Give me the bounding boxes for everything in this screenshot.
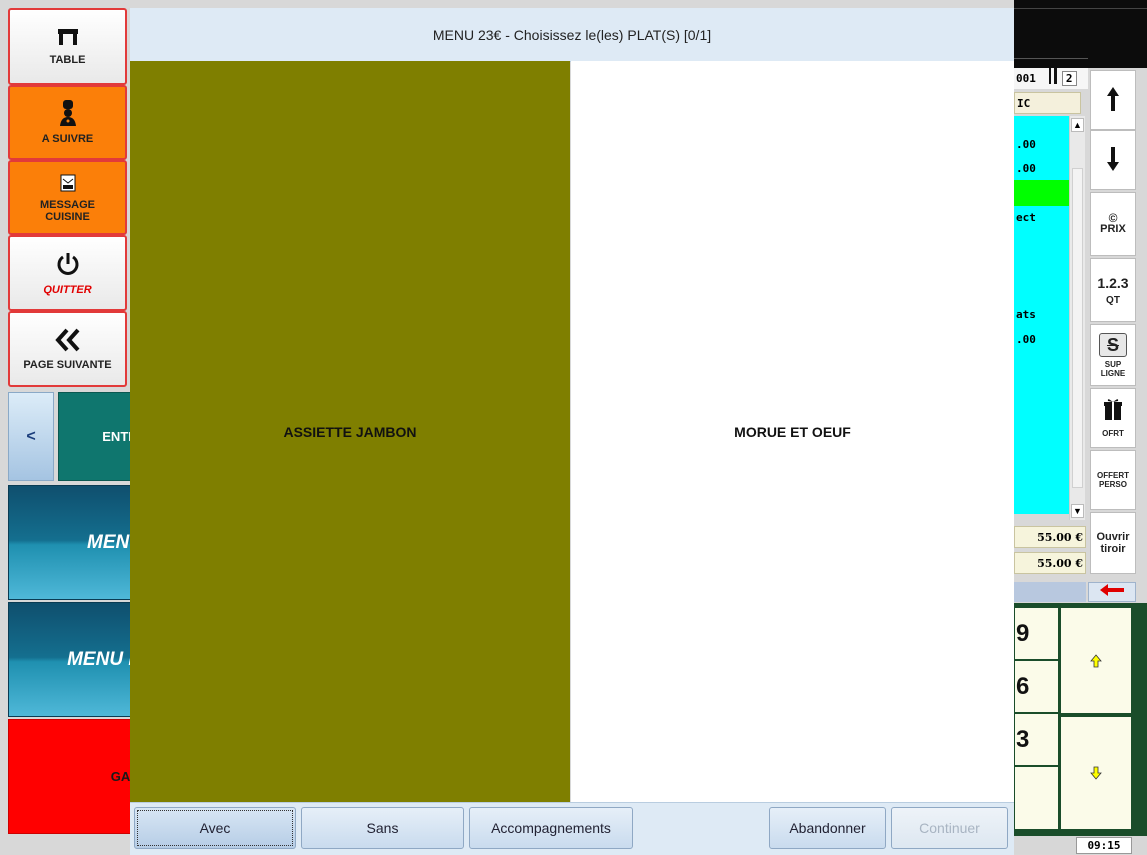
order-header: IC	[1014, 92, 1081, 114]
table-button[interactable]: TABLE	[8, 8, 127, 85]
strike-icon: S	[1099, 332, 1127, 357]
category-prev-button[interactable]: <	[8, 392, 54, 481]
chef-icon	[57, 100, 79, 130]
backspace-button[interactable]	[1088, 582, 1136, 602]
avec-button[interactable]: Avec	[134, 807, 296, 849]
key-6[interactable]: 6	[1014, 660, 1059, 713]
scroll-down-icon[interactable]: ▼	[1071, 504, 1084, 518]
option-assiette-jambon[interactable]: ASSIETTE JAMBON	[130, 61, 570, 802]
arrow-up-icon	[1105, 85, 1121, 116]
order-list[interactable]: .00 .00 ect ats .00	[1014, 116, 1069, 514]
clock: 09:15	[1076, 837, 1132, 854]
gift-icon	[1103, 397, 1123, 424]
down-arrow-button[interactable]	[1090, 130, 1136, 190]
scroll-up-icon[interactable]: ▲	[1071, 118, 1084, 132]
a-suivre-button[interactable]: A SUIVRE	[8, 85, 127, 160]
yellow-arrow-up-icon	[1090, 647, 1102, 675]
covers-count: 2	[1061, 71, 1077, 86]
continuer-button[interactable]: Continuer	[891, 807, 1008, 849]
abandonner-button[interactable]: Abandonner	[769, 807, 886, 849]
total-amount: 55.00 €	[1014, 526, 1086, 548]
key-3[interactable]: 3	[1014, 713, 1059, 766]
order-line: .00	[1016, 162, 1036, 175]
order-line: ats	[1016, 308, 1036, 321]
table-number: 001	[1016, 72, 1036, 85]
power-icon	[55, 251, 81, 281]
yellow-arrow-down-icon	[1090, 759, 1102, 787]
prix-button[interactable]: © PRIX	[1090, 192, 1136, 256]
table-icon	[57, 27, 79, 51]
selected-line-highlight	[1014, 180, 1069, 206]
order-line: .00	[1016, 333, 1036, 346]
offert-perso-label-1: OFFERT	[1097, 471, 1129, 480]
offert-button[interactable]: OFRT	[1090, 388, 1136, 448]
option-label: ASSIETTE JAMBON	[283, 423, 417, 440]
key-blank[interactable]	[1014, 766, 1059, 830]
menu-tile-1[interactable]: MENU	[8, 485, 138, 600]
keypad-down-button[interactable]	[1060, 716, 1132, 830]
qt-digits: 1.2.3	[1097, 274, 1129, 291]
message-cuisine-label-2: CUISINE	[45, 211, 90, 223]
ouvrir-label-1: Ouvrir	[1096, 531, 1130, 543]
a-suivre-label: A SUIVRE	[41, 133, 94, 145]
order-header-text: IC	[1017, 96, 1031, 110]
sup-label-2: LIGNE	[1100, 368, 1126, 378]
page-suivante-label: PAGE SUIVANTE	[23, 358, 112, 371]
top-dark-bar	[1014, 0, 1147, 68]
double-chevron-left-icon	[54, 328, 81, 356]
order-line: ect	[1016, 211, 1036, 224]
category-tab-entree[interactable]: ENTREE	[58, 392, 138, 481]
dialog-title: MENU 23€ - Choisissez le(les) PLAT(S) [0…	[130, 8, 1014, 62]
garniture-tile[interactable]: GARN	[8, 719, 138, 834]
ouvrir-tiroir-button[interactable]: Ouvrir tiroir	[1090, 512, 1136, 574]
page-suivante-button[interactable]: PAGE SUIVANTE	[8, 311, 127, 387]
menu-tile-2[interactable]: MENU E	[8, 602, 138, 717]
due-amount: 55.00 €	[1014, 552, 1086, 574]
prix-label: PRIX	[1100, 223, 1126, 235]
sans-button[interactable]: Sans	[301, 807, 464, 849]
ouvrir-label-2: tiroir	[1100, 543, 1126, 555]
cutlery-icon	[1048, 68, 1058, 89]
order-line: .00	[1016, 138, 1036, 151]
qt-label: QT	[1106, 294, 1120, 306]
message-cuisine-button[interactable]: MESSAGE CUISINE	[8, 160, 127, 235]
accompagnements-button[interactable]: Accompagnements	[469, 807, 633, 849]
offert-label: OFRT	[1102, 429, 1124, 438]
key-9[interactable]: 9	[1014, 607, 1059, 660]
order-scrollbar[interactable]: ▲ ▼	[1069, 116, 1085, 520]
message-cuisine-label-1: MESSAGE	[39, 199, 95, 211]
table-label: TABLE	[49, 54, 86, 66]
input-display	[1014, 582, 1086, 602]
qt-button[interactable]: 1.2.3 QT	[1090, 258, 1136, 322]
keypad-up-button[interactable]	[1060, 607, 1132, 714]
option-label: MORUE ET OEUF	[734, 423, 851, 440]
message-icon	[60, 172, 76, 196]
offert-perso-label-2: PERSO	[1098, 480, 1127, 489]
offert-perso-button[interactable]: OFFERT PERSO	[1090, 450, 1136, 510]
arrow-left-icon	[1099, 583, 1125, 602]
sup-ligne-button[interactable]: S SUP LIGNE	[1090, 324, 1136, 386]
sup-label-1: SUP	[1104, 359, 1122, 369]
table-info-bar: 001 2	[1014, 68, 1088, 89]
up-arrow-button[interactable]	[1090, 70, 1136, 130]
left-bottom-strip	[0, 836, 130, 854]
quitter-button[interactable]: QUITTER	[8, 235, 127, 311]
scroll-thumb[interactable]	[1072, 168, 1083, 488]
quitter-label: QUITTER	[43, 283, 92, 296]
option-morue-et-oeuf[interactable]: MORUE ET OEUF	[571, 61, 1014, 802]
menu-tile-2-label: MENU E	[67, 648, 138, 670]
arrow-down-icon	[1105, 145, 1121, 176]
